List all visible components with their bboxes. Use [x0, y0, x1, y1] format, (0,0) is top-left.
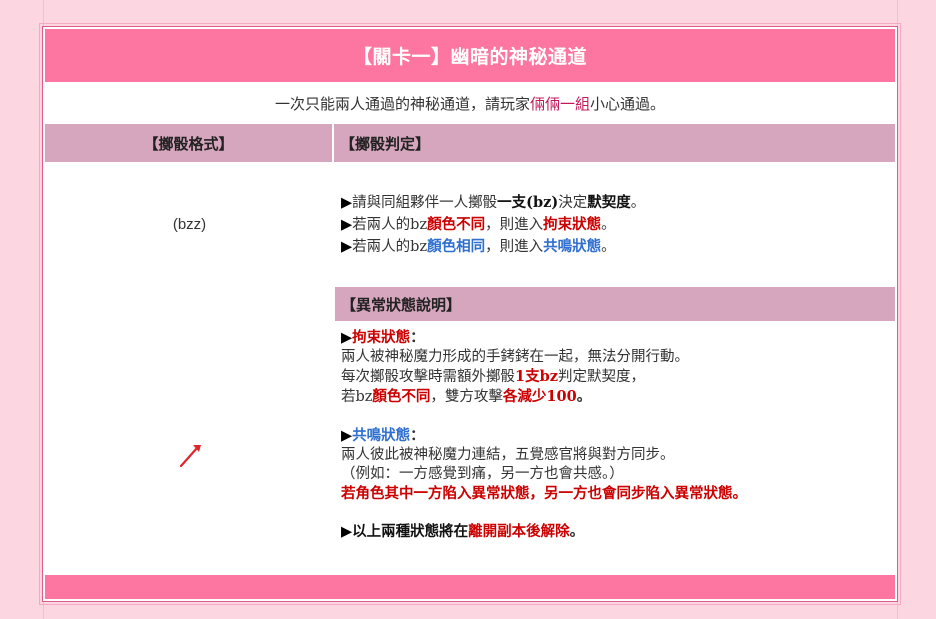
dice-format-column: (bzz)	[45, 162, 334, 575]
pushpin-icon	[179, 442, 203, 472]
judge-line-1-d: 默契度	[587, 194, 631, 211]
resonance-state-desc-2: （例如：一方感覺到痛，另一方也會共感。）	[341, 466, 624, 482]
judge-line-1-c: 決定	[558, 195, 588, 211]
resonance-state-colon: ：	[410, 427, 425, 444]
judge-line-3-e: 。	[601, 239, 616, 255]
bind-state-desc-1: 兩人被神秘魔力形成的手銬銬在一起，無法分開行動。	[341, 349, 689, 365]
status-header: 【異常狀態說明】	[335, 287, 895, 321]
triangle-bullet-icon: ▶	[341, 239, 353, 255]
judge-line-2: ▶若兩人的bz顏色不同，則進入拘束狀態。	[341, 214, 645, 236]
bind-desc3-c: ，雙方攻擊	[430, 389, 503, 405]
bind-state-desc-2: 每次擲骰攻擊時需額外擲骰1支bz判定默契度，	[341, 367, 747, 387]
triangle-bullet-icon: ▶	[341, 217, 353, 233]
intro-prefix: 一次只能兩人通過的神秘通道，請玩家	[274, 94, 530, 113]
release-b: 離開副本後解除	[468, 523, 570, 540]
judge-line-1-b: 一支(bz)	[497, 194, 559, 211]
judge-line-3: ▶若兩人的bz顏色相同，則進入共鳴狀態。	[341, 236, 645, 258]
triangle-bullet-icon: ▶	[341, 329, 353, 346]
page-title: 【關卡一】幽暗的神秘通道	[45, 29, 895, 82]
status-description: ▶拘束狀態： 兩人被神秘魔力形成的手銬銬在一起，無法分開行動。 每次擲骰攻擊時需…	[341, 328, 747, 542]
judge-rules: ▶請與同組夥伴一人擲骰一支(bz)決定默契度。 ▶若兩人的bz顏色不同，則進入拘…	[341, 192, 645, 258]
judge-line-3-d: 共鳴狀態	[543, 238, 602, 255]
bind-desc3-b: 顏色不同	[372, 388, 431, 405]
footer-bar	[45, 575, 895, 599]
resonance-state-desc-3: 若角色其中一方陷入異常狀態，另一方也會同步陷入異常狀態。	[341, 485, 747, 502]
release-c: 。	[569, 523, 585, 540]
bind-desc2-c: 判定默契度，	[557, 369, 645, 385]
judge-line-3-c: ，則進入	[485, 239, 544, 255]
bind-state-desc-3: 若bz顏色不同，雙方攻擊各減少100。	[341, 387, 747, 407]
resonance-state-name: 共鳴狀態	[352, 427, 411, 444]
dice-format-text: (bzz)	[172, 216, 207, 233]
judge-line-2-d: 拘束狀態	[543, 216, 602, 233]
judge-line-1-a: 請與同組夥伴一人擲骰	[352, 195, 498, 211]
bind-desc3-d: 各減少100	[502, 388, 577, 405]
judge-line-2-e: 。	[601, 217, 616, 233]
dice-judge-header: 【擲骰判定】	[334, 124, 895, 162]
judge-line-1: ▶請與同組夥伴一人擲骰一支(bz)決定默契度。	[341, 192, 645, 214]
bind-desc2-b: 1支bz	[515, 368, 558, 385]
judge-line-1-e: 。	[630, 195, 646, 211]
triangle-bullet-icon: ▶	[341, 195, 353, 211]
dice-format-header: 【擲骰格式】	[45, 124, 334, 162]
judge-line-2-b: 顏色不同	[427, 216, 486, 233]
bind-desc2-a: 每次擲骰攻擊時需額外擲骰	[341, 369, 515, 385]
judge-line-3-b: 顏色相同	[427, 238, 486, 255]
judge-line-2-a: 若兩人的bz	[352, 217, 428, 233]
stage-panel: 【關卡一】幽暗的神秘通道 一次只能兩人通過的神秘通道，請玩家 倆倆一組 小心通過。 …	[39, 23, 901, 605]
release-line: ▶以上兩種狀態將在離開副本後解除。	[341, 522, 747, 542]
judge-line-3-a: 若兩人的bz	[352, 239, 428, 255]
bind-state-title: ▶拘束狀態：	[341, 328, 747, 348]
resonance-state-desc-1: 兩人彼此被神秘魔力連結，五覺感官將與對方同步。	[341, 447, 675, 463]
bind-state-name: 拘束狀態	[352, 329, 411, 346]
triangle-bullet-icon: ▶	[341, 427, 353, 444]
resonance-state-title: ▶共鳴狀態：	[341, 426, 747, 446]
judge-line-2-c: ，則進入	[485, 217, 544, 233]
release-a: 以上兩種狀態將在	[352, 523, 469, 540]
dice-judge-column: ▶請與同組夥伴一人擲骰一支(bz)決定默契度。 ▶若兩人的bz顏色不同，則進入拘…	[335, 162, 895, 575]
triangle-bullet-icon: ▶	[341, 523, 353, 540]
intro-suffix: 小心通過。	[590, 94, 666, 113]
intro-text: 一次只能兩人通過的神秘通道，請玩家 倆倆一組 小心通過。	[45, 82, 895, 124]
bind-desc3-a: 若bz	[341, 389, 373, 405]
bind-desc3-e: 。	[576, 388, 592, 405]
intro-highlight: 倆倆一組	[529, 94, 590, 113]
bind-state-colon: ：	[410, 329, 425, 346]
section-header-row: 【擲骰格式】 【擲骰判定】	[45, 124, 895, 162]
